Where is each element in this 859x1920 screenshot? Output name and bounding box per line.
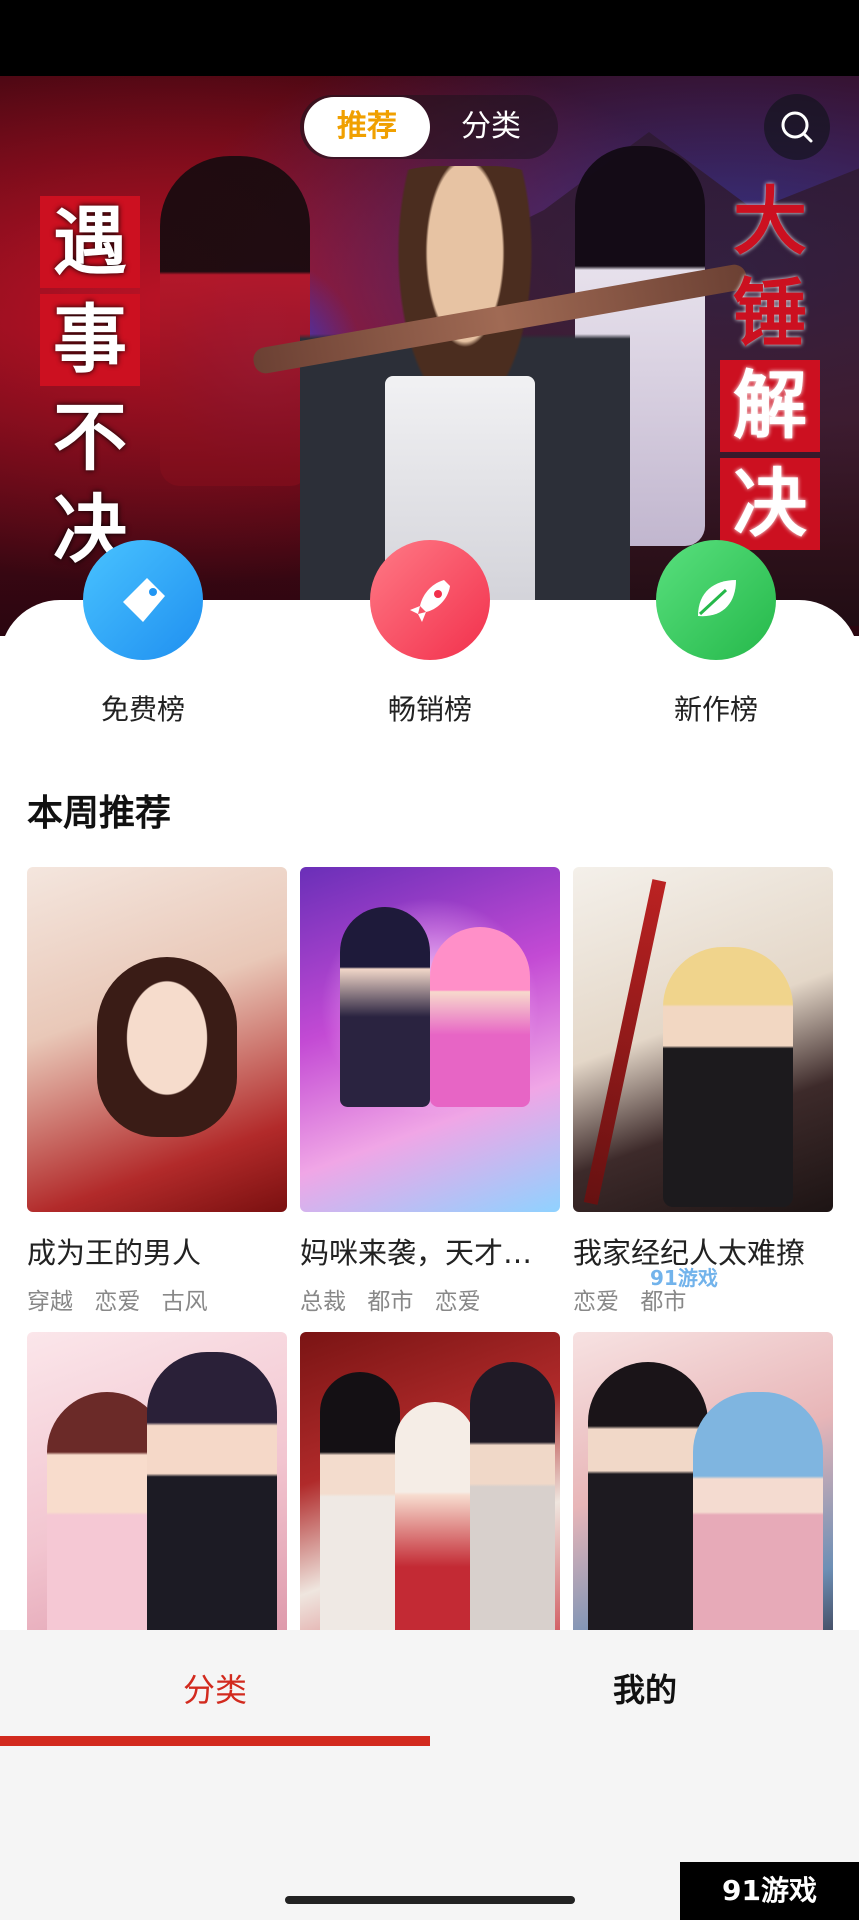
- nav-tab-category[interactable]: 分类: [0, 1630, 430, 1750]
- comic-cover[interactable]: [300, 1332, 560, 1677]
- calligraphy-char: 不: [53, 395, 127, 481]
- tag-icon: [123, 578, 165, 622]
- bottom-nav: 分类 我的: [0, 1630, 859, 1750]
- rank-new-icon-circle: [656, 540, 776, 660]
- comic-cover[interactable]: [300, 867, 560, 1212]
- comic-tag: 恋爱: [94, 1289, 141, 1315]
- comic-card[interactable]: [573, 1332, 833, 1677]
- cover-staff: [583, 879, 667, 1205]
- rank-new[interactable]: 新作榜: [616, 540, 816, 728]
- top-tab-switcher: 推荐 分类: [300, 95, 558, 159]
- comic-card[interactable]: [27, 1332, 287, 1677]
- watermark-overlay: 91游戏: [650, 1266, 718, 1290]
- search-icon: [781, 111, 813, 143]
- cover-art: [573, 867, 833, 1212]
- calligraphy-char: 遇: [40, 196, 140, 288]
- cover-art: [27, 867, 287, 1212]
- search-button[interactable]: [764, 94, 830, 160]
- rank-free-icon-circle: [83, 540, 203, 660]
- cover-art: [573, 1332, 833, 1677]
- nav-active-indicator: [0, 1736, 430, 1746]
- comic-tag: 都市: [640, 1289, 687, 1315]
- tab-recommend[interactable]: 推荐: [304, 97, 430, 157]
- comic-tag: 都市: [367, 1289, 414, 1315]
- comic-card[interactable]: 我家经纪人太难撩 恋爱 都市: [573, 867, 833, 1316]
- rocket-icon: [410, 580, 450, 622]
- leaf-icon: [698, 580, 736, 617]
- comic-tags: 总裁 都市 恋爱: [300, 1282, 560, 1316]
- cover-character: [663, 947, 793, 1207]
- comic-cover[interactable]: [573, 867, 833, 1212]
- calligraphy-char: 锤: [733, 271, 807, 357]
- calligraphy-char: 事: [40, 294, 140, 386]
- comic-tag: 古风: [161, 1289, 208, 1315]
- rank-new-label: 新作榜: [673, 693, 758, 726]
- comic-title[interactable]: 成为王的男人: [27, 1230, 287, 1272]
- comic-tag: 恋爱: [573, 1289, 619, 1315]
- calligraphy-char: 决: [720, 458, 820, 550]
- cover-character: [147, 1352, 277, 1672]
- comic-cover[interactable]: [573, 1332, 833, 1677]
- banner-character-left: [160, 156, 310, 486]
- rank-free[interactable]: 免费榜: [43, 540, 243, 728]
- rank-bestseller-icon-circle: [370, 540, 490, 660]
- cover-character: [340, 907, 430, 1107]
- comic-tag: 总裁: [300, 1289, 346, 1315]
- banner-calligraphy-right: 大 锤 解 决: [720, 176, 820, 556]
- tab-category[interactable]: 分类: [428, 97, 554, 157]
- calligraphy-char: 解: [720, 360, 820, 452]
- rank-free-label: 免费榜: [100, 693, 185, 726]
- calligraphy-char: 大: [733, 179, 807, 265]
- comic-cover[interactable]: [27, 867, 287, 1212]
- rank-bestseller-label: 畅销榜: [387, 693, 472, 726]
- status-bar: [0, 0, 859, 76]
- banner-calligraphy-left: 遇 事 不 决: [40, 196, 140, 576]
- rank-bestseller[interactable]: 畅销榜: [330, 540, 530, 728]
- comic-card[interactable]: 妈咪来袭，天才萌宝酷爹地 总裁 都市 恋爱: [300, 867, 560, 1316]
- comic-card[interactable]: 成为王的男人 穿越 恋爱 古风: [27, 867, 287, 1316]
- section-title-weekly: 本周推荐: [27, 793, 172, 834]
- comic-title[interactable]: 妈咪来袭，天才萌宝酷爹地: [300, 1230, 560, 1272]
- home-indicator[interactable]: [285, 1896, 575, 1904]
- comic-tags: 穿越 恋爱 古风: [27, 1282, 287, 1316]
- comic-tag: 恋爱: [434, 1289, 481, 1315]
- cover-character: [430, 927, 530, 1107]
- comic-card[interactable]: [300, 1332, 560, 1677]
- comic-cover[interactable]: [27, 1332, 287, 1677]
- rank-entries: 免费榜 畅销榜 新作榜: [0, 540, 859, 726]
- cover-character: [97, 957, 237, 1137]
- cover-art: [300, 1332, 560, 1677]
- nav-tab-mine[interactable]: 我的: [430, 1630, 859, 1750]
- cover-art: [300, 867, 560, 1212]
- cover-art: [27, 1332, 287, 1677]
- comic-tag: 穿越: [27, 1289, 73, 1315]
- watermark-logo: 91游戏: [680, 1862, 859, 1920]
